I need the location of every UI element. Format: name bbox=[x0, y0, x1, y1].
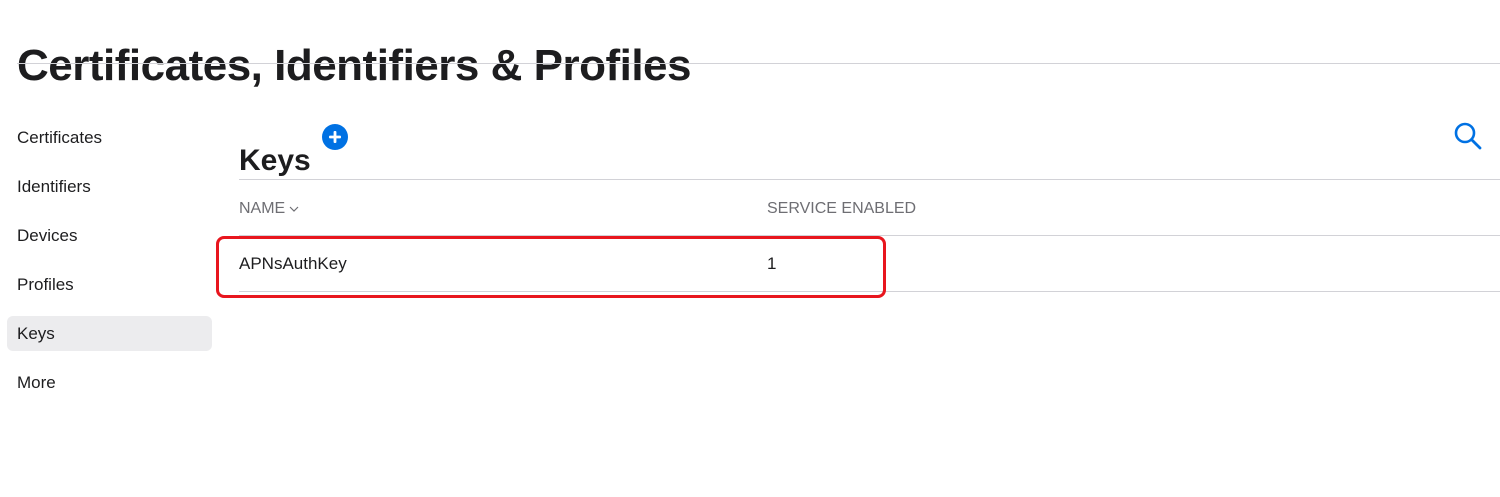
chevron-down-icon bbox=[289, 206, 299, 212]
column-header-name[interactable]: NAME bbox=[239, 198, 299, 220]
sidebar-item-profiles[interactable]: Profiles bbox=[7, 267, 212, 302]
sidebar: Certificates Identifiers Devices Profile… bbox=[7, 120, 212, 414]
table-top-divider bbox=[239, 179, 1500, 180]
plus-circle-icon[interactable] bbox=[322, 124, 348, 150]
table-row[interactable]: APNsAuthKey 1 bbox=[239, 236, 1500, 291]
column-header-service-enabled: SERVICE ENABLED bbox=[767, 200, 917, 217]
page-title: Certificates, Identifiers & Profiles bbox=[17, 41, 692, 91]
sidebar-item-devices[interactable]: Devices bbox=[7, 218, 212, 253]
sidebar-item-identifiers[interactable]: Identifiers bbox=[7, 169, 212, 204]
sidebar-item-more[interactable]: More bbox=[7, 365, 212, 400]
page: Certificates, Identifiers & Profiles Cer… bbox=[0, 0, 1500, 497]
search-icon[interactable] bbox=[1453, 121, 1483, 151]
section-title: Keys bbox=[239, 143, 311, 177]
column-header-name-label: NAME bbox=[239, 200, 286, 217]
sidebar-item-certificates[interactable]: Certificates bbox=[7, 120, 212, 155]
title-divider bbox=[17, 63, 1500, 64]
table-row-divider bbox=[239, 291, 1500, 292]
sidebar-item-keys[interactable]: Keys bbox=[7, 316, 212, 351]
key-name-cell: APNsAuthKey bbox=[239, 254, 347, 273]
service-enabled-cell: 1 bbox=[767, 254, 777, 273]
